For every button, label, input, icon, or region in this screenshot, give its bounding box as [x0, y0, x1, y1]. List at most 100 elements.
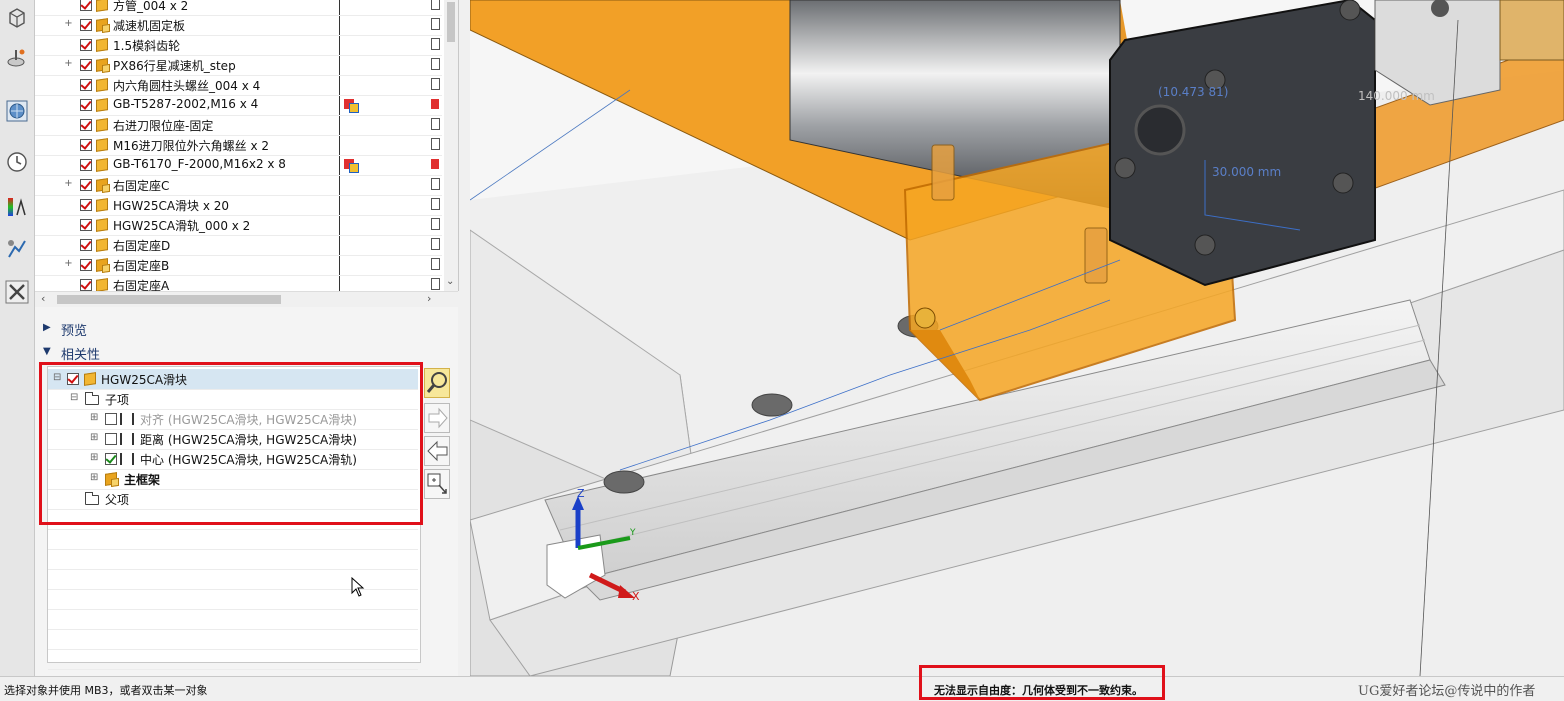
warning-icon: [431, 159, 439, 169]
checkbox[interactable]: [80, 239, 92, 251]
tree-row-label: 内六角圆柱头螺丝_004 x 4: [113, 79, 261, 93]
graphics-window[interactable]: (10.473 81) 30.000 mm 140.000 mm Z X Y: [470, 0, 1564, 676]
chevron-right-icon[interactable]: ›: [427, 292, 431, 305]
axis-x-label: X: [632, 590, 640, 603]
history-icon[interactable]: [5, 150, 29, 174]
assembly-tree: 方管_004 x 2 + 减速机固定板 1.5模斜齿轮 + PX86行星减速机_step 内…: [35, 0, 459, 291]
assembly-navigator-icon[interactable]: [5, 6, 29, 30]
checkbox[interactable]: [80, 0, 92, 11]
part-icon: [96, 0, 108, 12]
axis-y-label: Y: [630, 528, 636, 538]
forward-button[interactable]: [424, 403, 450, 433]
tree-row-label: 右固定座D: [113, 239, 171, 253]
tree-row-label: 右进刀限位座-固定: [113, 119, 214, 133]
tree-vertical-scrollbar[interactable]: ⌄: [444, 0, 458, 291]
part-icon: [96, 118, 108, 132]
dimension-label[interactable]: (10.473 81): [1158, 85, 1228, 99]
tree-row-label: PX86行星减速机_step: [113, 59, 236, 73]
tree-row[interactable]: HGW25CA滑块 x 20: [35, 195, 442, 216]
tree-row[interactable]: 内六角圆柱头螺丝_004 x 4: [35, 75, 442, 96]
dependencies-highlight-box: [39, 362, 423, 525]
assembly-navigator-panel: 方管_004 x 2 + 减速机固定板 1.5模斜齿轮 + PX86行星减速机_step 内…: [35, 0, 459, 676]
fit-view-button[interactable]: [424, 469, 450, 499]
checkbox[interactable]: [80, 79, 92, 91]
tree-row[interactable]: 右固定座A: [35, 275, 442, 291]
status-highlight-box: [919, 665, 1165, 700]
tree-row[interactable]: + 右固定座C: [35, 175, 442, 196]
checkbox[interactable]: [80, 19, 92, 31]
constraint-status-icon: [349, 103, 359, 113]
dimension-label[interactable]: 140.000 mm: [1358, 89, 1435, 103]
checkbox[interactable]: [80, 139, 92, 151]
sheet-icon: [431, 258, 440, 270]
tree-row-label: 右固定座B: [113, 259, 170, 273]
dependencies-section-header[interactable]: ▼ 相关性: [35, 341, 458, 363]
chevron-down-icon[interactable]: ⌄: [446, 276, 454, 287]
dimension-label[interactable]: 30.000 mm: [1212, 165, 1281, 179]
sheet-icon: [431, 118, 440, 130]
tree-row[interactable]: GB-T5287-2002,M16 x 4: [35, 95, 442, 116]
tree-row[interactable]: M16进刀限位外六角螺丝 x 2: [35, 135, 442, 156]
checkbox[interactable]: [80, 39, 92, 51]
checkbox[interactable]: [80, 159, 92, 171]
checkbox[interactable]: [80, 199, 92, 211]
tree-row[interactable]: 右进刀限位座-固定: [35, 115, 442, 136]
tree-row[interactable]: 右固定座D: [35, 235, 442, 256]
back-button[interactable]: [424, 436, 450, 466]
empty-row: [48, 609, 418, 630]
expand-icon[interactable]: +: [64, 19, 73, 29]
tree-row-label: 1.5模斜齿轮: [113, 39, 181, 53]
chevron-left-icon[interactable]: ‹: [41, 292, 45, 305]
sheet-icon: [431, 218, 440, 230]
web-browser-icon[interactable]: [5, 99, 29, 123]
magnifier-icon: [426, 372, 447, 393]
tree-row[interactable]: + 减速机固定板: [35, 15, 442, 36]
status-prompt: 选择对象并使用 MB3，或者双击某一对象: [4, 684, 208, 697]
sheet-icon: [431, 238, 440, 250]
scroll-thumb[interactable]: [57, 295, 281, 304]
checkbox[interactable]: [80, 59, 92, 71]
part-icon: [96, 218, 108, 232]
empty-row: [48, 629, 418, 650]
tools-icon[interactable]: [5, 280, 29, 304]
axis-z-label: Z: [577, 487, 585, 500]
expand-icon[interactable]: +: [64, 259, 73, 269]
resource-bar: [0, 0, 35, 676]
checkbox[interactable]: [80, 219, 92, 231]
constraint-navigator-icon[interactable]: [5, 46, 29, 70]
visualization-icon[interactable]: [5, 195, 29, 219]
checkbox[interactable]: [80, 99, 92, 111]
scroll-thumb[interactable]: [447, 2, 455, 42]
caret-right-icon: ▶: [43, 322, 51, 333]
tree-row[interactable]: + PX86行星减速机_step: [35, 55, 442, 76]
checkbox[interactable]: [80, 279, 92, 291]
empty-row: [48, 529, 418, 550]
tree-row-label: 减速机固定板: [113, 19, 186, 33]
magnifier-button[interactable]: [424, 368, 450, 398]
tree-row[interactable]: + 右固定座B: [35, 255, 442, 276]
tree-row-label: 右固定座C: [113, 179, 170, 193]
sheet-icon: [431, 278, 440, 290]
mouse-cursor: [351, 576, 365, 600]
expand-icon[interactable]: +: [64, 59, 73, 69]
reuse-library-icon[interactable]: [5, 237, 29, 261]
tree-row[interactable]: HGW25CA滑轨_000 x 2: [35, 215, 442, 236]
tree-row[interactable]: GB-T6170_F-2000,M16x2 x 8: [35, 155, 442, 176]
part-icon: [96, 138, 108, 152]
checkbox[interactable]: [80, 259, 92, 271]
expand-icon[interactable]: +: [64, 179, 73, 189]
checkbox[interactable]: [80, 179, 92, 191]
tree-horizontal-scrollbar[interactable]: ‹ ›: [35, 291, 458, 307]
arrow-left-icon: [427, 440, 448, 462]
part-icon: [96, 98, 108, 112]
sheet-icon: [431, 18, 440, 30]
checkbox[interactable]: [80, 119, 92, 131]
assembly-icon: [96, 58, 108, 72]
tree-row[interactable]: 方管_004 x 2: [35, 0, 442, 16]
tree-row[interactable]: 1.5模斜齿轮: [35, 35, 442, 56]
tree-row-label: HGW25CA滑块 x 20: [113, 199, 230, 213]
status-bar: 选择对象并使用 MB3，或者双击某一对象 无法显示自由度：几何体受到不一致约束。…: [0, 676, 1564, 701]
sheet-icon: [431, 38, 440, 50]
preview-section-header[interactable]: ▶ 预览: [35, 317, 458, 339]
part-icon: [96, 278, 108, 291]
